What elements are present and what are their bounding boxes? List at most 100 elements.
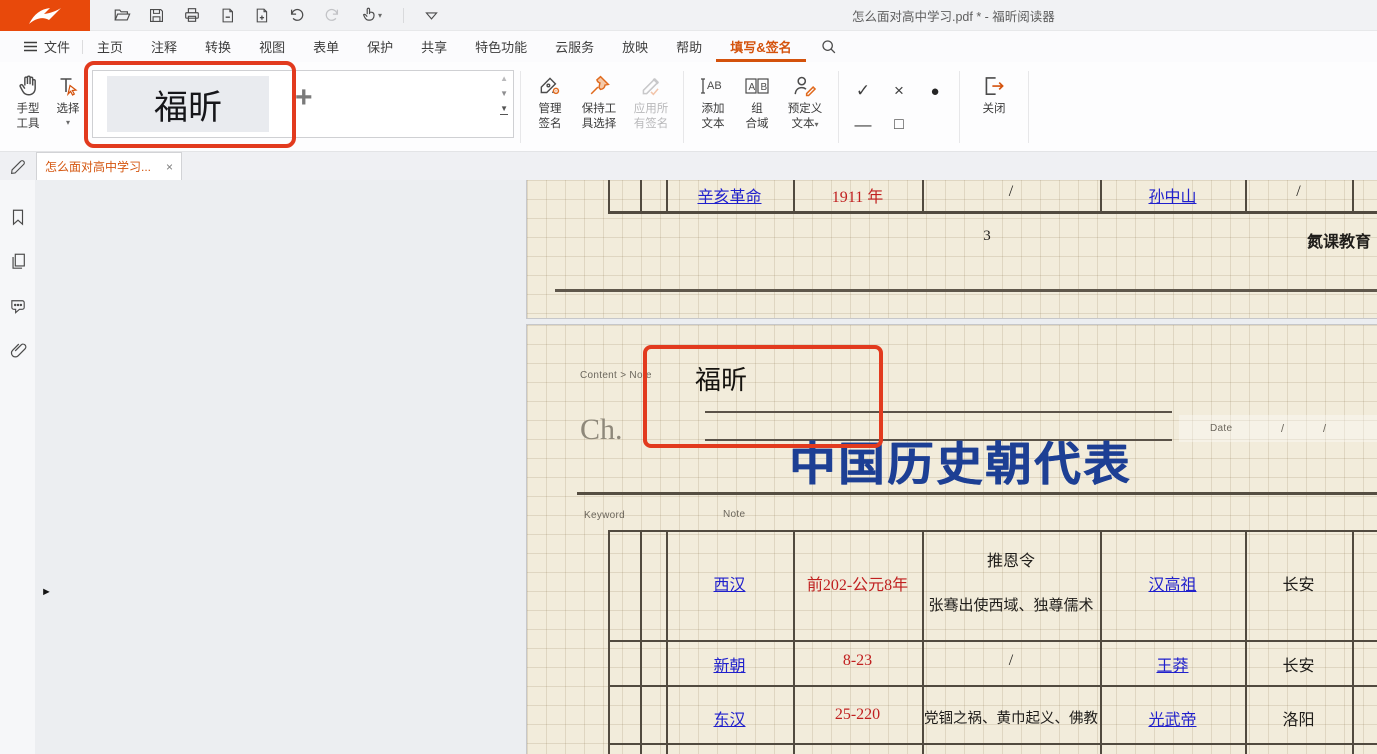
hand-tool-button[interactable]: 手型 工具 xyxy=(8,68,48,131)
redo-icon[interactable] xyxy=(322,6,341,25)
document-tab-close-icon[interactable]: × xyxy=(166,160,173,174)
undo-icon[interactable] xyxy=(287,6,306,25)
founder-link[interactable]: 王莽 xyxy=(1100,652,1245,676)
dot-stamp[interactable]: ● xyxy=(917,74,953,108)
dynasty-link[interactable]: 东汉 xyxy=(666,706,793,730)
save-icon[interactable] xyxy=(147,6,166,25)
add-signature-button[interactable]: + xyxy=(295,83,313,113)
square-stamp[interactable]: □ xyxy=(881,108,917,142)
gallery-scroll-up-icon[interactable]: ▲ xyxy=(500,75,508,83)
table-border xyxy=(608,530,1377,532)
keep-tool-selected-button[interactable]: 保持工 具选择 xyxy=(573,68,625,131)
close-exit-icon xyxy=(981,72,1007,99)
svg-text:A: A xyxy=(749,82,756,93)
tab-comment[interactable]: 注释 xyxy=(137,31,191,62)
keyword-label: Keyword xyxy=(584,510,625,521)
apply-signatures-label-2: 有签名 xyxy=(634,117,669,132)
tab-cloud[interactable]: 云服务 xyxy=(541,31,608,62)
dynasty-link[interactable]: 新朝 xyxy=(666,652,793,676)
ribbon-separator xyxy=(1028,71,1029,143)
comments-panel-icon[interactable] xyxy=(9,296,27,314)
search-button[interactable] xyxy=(820,31,837,62)
add-text-button[interactable]: AB 添加 文本 xyxy=(690,68,736,131)
open-file-icon[interactable] xyxy=(112,6,131,25)
tab-form[interactable]: 表单 xyxy=(299,31,353,62)
annotate-pencil-icon[interactable] xyxy=(0,152,36,180)
manage-signatures-label-1: 管理 xyxy=(539,102,562,117)
combine-field-icon: AB xyxy=(743,72,771,99)
cross-stamp[interactable]: × xyxy=(881,74,917,108)
table-border xyxy=(1352,530,1354,754)
apply-all-signatures-button[interactable]: 应用所 有签名 xyxy=(625,68,677,131)
attachments-panel-icon[interactable] xyxy=(9,340,27,358)
tab-help[interactable]: 帮助 xyxy=(662,31,716,62)
table-border xyxy=(1352,180,1354,212)
page-remove-icon[interactable] xyxy=(217,6,236,25)
signature-item[interactable]: 福昕 xyxy=(107,76,269,132)
table-border xyxy=(608,211,1377,214)
chapter-label: Ch. xyxy=(580,413,623,447)
manage-signatures-button[interactable]: 管理 签名 xyxy=(527,68,573,131)
viewer-area: ► 辛亥革命 1911 年 / 孙中山 / 3 氮课教育 Content > N… xyxy=(0,180,1377,754)
line-stamp[interactable]: — xyxy=(845,108,881,142)
page1-slash: / xyxy=(1245,183,1352,201)
pages-panel-icon[interactable] xyxy=(9,252,27,270)
select-tool-button[interactable]: 选择 ▾ xyxy=(48,68,88,127)
hand-tool-label-1: 手型 xyxy=(17,102,40,117)
pdf-page-2: Content > Note 福昕 Ch. Date / / 中国历史朝代表 K… xyxy=(527,325,1377,754)
print-icon[interactable] xyxy=(182,6,201,25)
tab-convert[interactable]: 转换 xyxy=(191,31,245,62)
predefined-text-label-1: 预定义 xyxy=(788,102,823,117)
quick-access-toolbar: ▾ xyxy=(112,6,441,25)
tab-present[interactable]: 放映 xyxy=(608,31,662,62)
document-tab[interactable]: 怎么面对高中学习... × xyxy=(36,152,182,180)
ribbon-fill-sign: 手型 工具 选择 ▾ 福昕 + ▲ ▼ ▼ 管理 签名 保持工 具选择 应用所 … xyxy=(0,62,1377,152)
gallery-expand-icon[interactable]: ▼ xyxy=(500,105,508,115)
apply-signatures-pen-icon xyxy=(638,72,664,99)
writing-line xyxy=(705,411,1172,413)
page-add-icon[interactable] xyxy=(252,6,271,25)
page1-year: 1911 年 xyxy=(793,183,922,207)
page1-person-link[interactable]: 孙中山 xyxy=(1100,183,1245,207)
founder-link[interactable]: 汉高祖 xyxy=(1100,571,1245,595)
select-tool-icon xyxy=(56,72,80,99)
tab-share[interactable]: 共享 xyxy=(407,31,461,62)
touch-mode-icon[interactable]: ▾ xyxy=(357,6,385,25)
tab-protect[interactable]: 保护 xyxy=(353,31,407,62)
tab-fill-sign[interactable]: 填写&签名 xyxy=(716,31,805,62)
hand-tool-icon xyxy=(16,72,41,99)
dynasty-link[interactable]: 西汉 xyxy=(666,571,793,595)
svg-text:AB: AB xyxy=(707,80,722,92)
menu-bar: 文件 主页 注释 转换 视图 表单 保护 共享 特色功能 云服务 放映 帮助 填… xyxy=(0,31,1377,62)
close-fill-sign-button[interactable]: 关闭 xyxy=(966,68,1022,117)
page1-event-link[interactable]: 辛亥革命 xyxy=(666,183,793,207)
dynasty-note: / xyxy=(922,652,1100,670)
touch-mode-caret: ▾ xyxy=(378,12,382,20)
page1-slash: / xyxy=(922,183,1100,201)
predefined-text-button[interactable]: 预定义 文本▾ xyxy=(778,68,832,131)
combine-field-button[interactable]: AB 组 合域 xyxy=(736,68,778,131)
apply-signatures-label-1: 应用所 xyxy=(634,102,669,117)
document-tab-bar: 怎么面对高中学习... × xyxy=(0,152,1377,180)
page1-page-number: 3 xyxy=(957,228,1017,245)
hand-tool-label-2: 工具 xyxy=(17,117,40,132)
hamburger-icon xyxy=(24,41,37,52)
sidebar-expand-handle[interactable]: ► xyxy=(41,587,52,598)
tab-home[interactable]: 主页 xyxy=(83,31,137,62)
placed-signature[interactable]: 福昕 xyxy=(695,360,747,397)
bookmarks-panel-icon[interactable] xyxy=(9,208,27,226)
founder-link[interactable]: 光武帝 xyxy=(1100,706,1245,730)
gallery-scroll-down-icon[interactable]: ▼ xyxy=(500,90,508,98)
foxit-logo[interactable] xyxy=(0,0,90,31)
ribbon-separator xyxy=(959,71,960,143)
tab-features[interactable]: 特色功能 xyxy=(461,31,541,62)
checkmark-stamp[interactable]: ✓ xyxy=(845,74,881,108)
table-border xyxy=(608,685,1377,687)
dynasty-note: 张骞出使西域、独尊儒术 xyxy=(920,594,1102,615)
file-menu-button[interactable]: 文件 xyxy=(12,31,82,62)
tab-view[interactable]: 视图 xyxy=(245,31,299,62)
predefined-text-caret: ▾ xyxy=(814,120,818,129)
customize-toolbar-icon[interactable] xyxy=(422,6,441,25)
table-border xyxy=(608,640,1377,642)
combine-field-label-2: 合域 xyxy=(746,117,769,132)
